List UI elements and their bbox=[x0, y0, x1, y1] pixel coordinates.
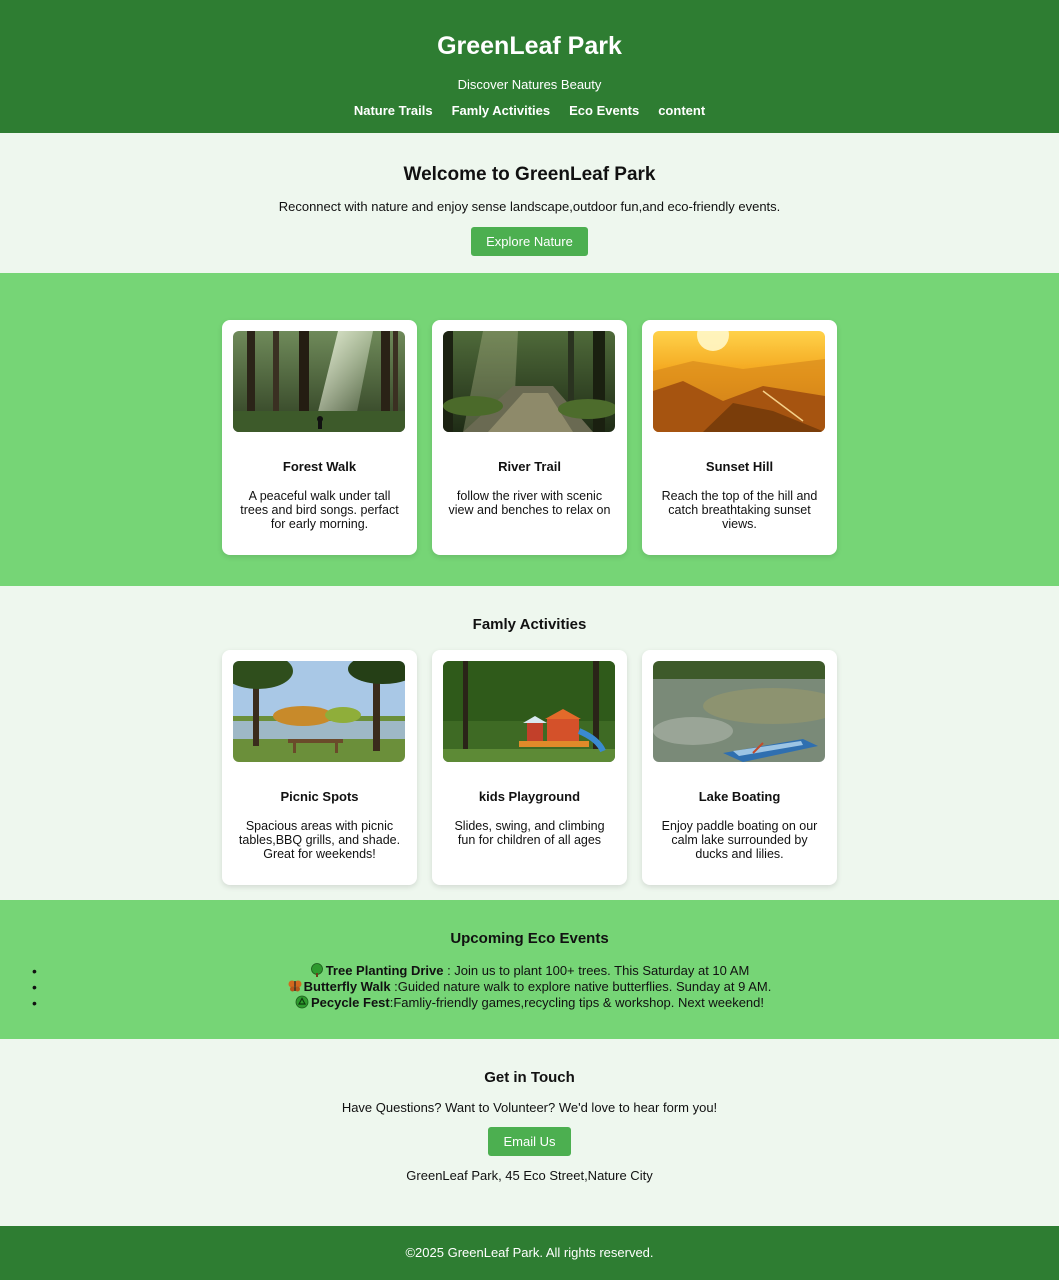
event-text: : Join us to plant 100+ trees. This Satu… bbox=[443, 963, 750, 978]
section-title: Famly Activities bbox=[472, 616, 587, 633]
event-name: Tree Planting Drive bbox=[325, 963, 444, 978]
contact-text: Have Questions? Want to Volunteer? We'd … bbox=[341, 1100, 718, 1115]
card-text: follow the river with scenic view and be… bbox=[448, 489, 611, 517]
eco-events-section: Upcoming Eco Events Tree Planting Drive … bbox=[0, 900, 1059, 1039]
card-text: Spacious areas with picnic tables,BBQ gr… bbox=[238, 819, 401, 861]
event-text: :Guided nature walk to explore native bu… bbox=[390, 979, 772, 994]
card-title: Lake Boating bbox=[698, 789, 781, 804]
card-text: Enjoy paddle boating on our calm lake su… bbox=[661, 819, 818, 861]
hero-text: Reconnect with nature and enjoy sense la… bbox=[278, 199, 781, 214]
list-item: Butterfly Walk :Guided nature walk to ex… bbox=[0, 979, 1059, 995]
nav-nature-trails[interactable]: Nature Trails bbox=[354, 103, 433, 119]
hero-section: Welcome to GreenLeaf Park Reconnect with… bbox=[0, 133, 1059, 273]
nature-trails-section: Forest Walk A peaceful walk under tall t… bbox=[0, 273, 1059, 586]
card-title: Picnic Spots bbox=[280, 789, 359, 804]
explore-nature-button[interactable]: Explore Nature bbox=[471, 227, 588, 256]
email-us-button[interactable]: Email Us bbox=[488, 1127, 571, 1156]
river-photo bbox=[443, 331, 615, 432]
main-nav: Nature Trails Famly Activities Eco Event… bbox=[0, 103, 1059, 119]
trail-card-river-trail: River Trail follow the river with scenic… bbox=[432, 320, 627, 555]
section-title: Get in Touch bbox=[484, 1069, 575, 1086]
sunset-photo bbox=[653, 331, 825, 432]
card-text: Reach the top of the hill and catch brea… bbox=[661, 489, 818, 531]
trail-card-forest-walk: Forest Walk A peaceful walk under tall t… bbox=[222, 320, 417, 555]
event-text: :Famliy-friendly games,recycling tips & … bbox=[389, 995, 765, 1010]
activity-card-kids-playground: kids Playground Slides, swing, and climb… bbox=[432, 650, 627, 885]
contact-section: Get in Touch Have Questions? Want to Vol… bbox=[0, 1039, 1059, 1226]
nav-content[interactable]: content bbox=[658, 103, 705, 119]
forest-photo bbox=[233, 331, 405, 432]
address-text: GreenLeaf Park, 45 Eco Street,Nature Cit… bbox=[406, 1168, 653, 1183]
copyright-text: ©2025 GreenLeaf Park. All rights reserve… bbox=[405, 1245, 654, 1260]
card-text: Slides, swing, and climbing fun for chil… bbox=[454, 819, 605, 847]
card-text: A peaceful walk under tall trees and bir… bbox=[240, 489, 399, 531]
event-name: Pecycle Fest bbox=[310, 995, 390, 1010]
nav-family-activities[interactable]: Famly Activities bbox=[452, 103, 551, 119]
card-title: Sunset Hill bbox=[705, 459, 774, 474]
card-title: Forest Walk bbox=[282, 459, 357, 474]
section-title: Upcoming Eco Events bbox=[450, 930, 609, 947]
event-name: Butterfly Walk bbox=[303, 979, 391, 994]
family-activities-section: Famly Activities Picnic Spots Spacious a… bbox=[0, 586, 1059, 900]
butterfly-icon bbox=[288, 979, 302, 993]
recycle-icon bbox=[295, 995, 309, 1009]
nav-eco-events[interactable]: Eco Events bbox=[569, 103, 639, 119]
site-title: GreenLeaf Park bbox=[437, 32, 622, 60]
list-item: Pecycle Fest:Famliy-friendly games,recyc… bbox=[0, 995, 1059, 1011]
activity-card-lake-boating: Lake Boating Enjoy paddle boating on our… bbox=[642, 650, 837, 885]
site-tagline: Discover Natures Beauty bbox=[457, 77, 602, 92]
boat-photo bbox=[653, 661, 825, 762]
card-title: River Trail bbox=[498, 459, 561, 474]
site-header: GreenLeaf Park Discover Natures Beauty N… bbox=[0, 0, 1059, 133]
hero-title: Welcome to GreenLeaf Park bbox=[403, 164, 656, 185]
events-list: Tree Planting Drive : Join us to plant 1… bbox=[0, 963, 1059, 1011]
site-footer: ©2025 GreenLeaf Park. All rights reserve… bbox=[0, 1226, 1059, 1280]
activity-card-picnic-spots: Picnic Spots Spacious areas with picnic … bbox=[222, 650, 417, 885]
playground-photo bbox=[443, 661, 615, 762]
card-title: kids Playground bbox=[478, 789, 581, 804]
trail-card-sunset-hill: Sunset Hill Reach the top of the hill an… bbox=[642, 320, 837, 555]
picnic-photo bbox=[233, 661, 405, 762]
tree-icon bbox=[310, 963, 324, 977]
list-item: Tree Planting Drive : Join us to plant 1… bbox=[0, 963, 1059, 979]
